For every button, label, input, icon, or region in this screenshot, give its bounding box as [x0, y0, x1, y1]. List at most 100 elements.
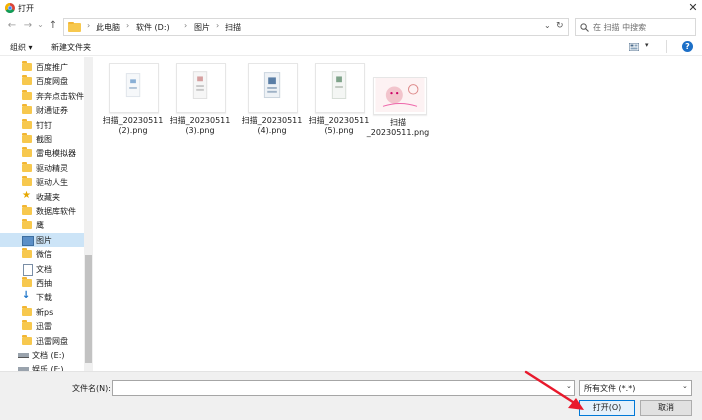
sidebar-item-label: 迅雷: [36, 322, 52, 332]
sidebar-item-label: 驱动精灵: [36, 163, 68, 173]
sidebar-item-label: 新ps: [36, 307, 54, 317]
sidebar-item[interactable]: 鹰: [0, 218, 84, 232]
sidebar-item-label: 财通证券: [36, 106, 68, 116]
new-folder-button[interactable]: 新建文件夹: [51, 42, 91, 53]
toolbar-divider: [666, 40, 669, 53]
folder-icon: [22, 205, 32, 215]
sidebar-item-label: 驱动人生: [36, 178, 68, 188]
file-item[interactable]: 扫描_20230511 (4).png: [240, 63, 304, 143]
pictures-icon: [22, 235, 34, 246]
drive-icon: [18, 353, 29, 358]
breadcrumb-pictures[interactable]: 图片: [194, 22, 210, 33]
sidebar-item-label: 文档: [36, 264, 52, 274]
sidebar-item[interactable]: ★ 收藏夹: [0, 190, 84, 204]
file-type-filter-value: 所有文件 (*.*): [584, 384, 636, 393]
sidebar-item[interactable]: 奔奔点击软件: [0, 89, 84, 103]
breadcrumb-separator: ›: [87, 21, 91, 30]
sidebar-item-label: 图片: [36, 235, 52, 245]
sidebar-item[interactable]: 新ps: [0, 305, 84, 319]
title-bar: 打开 ✕: [0, 0, 702, 16]
breadcrumb-scan[interactable]: 扫描: [225, 22, 241, 33]
sidebar-item-label: 奔奔点击软件: [36, 91, 84, 101]
search-placeholder: 在 扫描 中搜索: [593, 23, 647, 32]
sidebar-item[interactable]: 迅雷: [0, 319, 84, 333]
search-box[interactable]: 在 扫描 中搜索: [575, 18, 696, 36]
file-item[interactable]: 扫描_20230511 (2).png: [101, 63, 165, 143]
up-folder-button[interactable]: ↑: [47, 20, 59, 32]
sidebar-item-label: 下载: [36, 293, 52, 303]
folder-icon: [68, 22, 81, 32]
search-icon: [580, 23, 589, 32]
sidebar-item[interactable]: 图片: [0, 232, 84, 247]
sidebar-item[interactable]: 雷电模拟器: [0, 146, 84, 160]
file-item[interactable]: 扫描_20230511 (5).png: [307, 63, 371, 143]
view-options-icon[interactable]: [629, 43, 639, 51]
breadcrumb-this-pc[interactable]: 此电脑: [96, 22, 120, 33]
download-icon: ↓: [22, 290, 31, 302]
folder-icon: [22, 133, 32, 143]
sidebar-item[interactable]: 微信: [0, 247, 84, 261]
sidebar-item[interactable]: 文档: [0, 262, 84, 276]
sidebar-item-label: 西抽: [36, 279, 52, 288]
file-item[interactable]: 扫描_20230511 (3).png: [168, 63, 232, 143]
folder-icon: [22, 248, 32, 259]
folder-icon: [22, 118, 32, 129]
folder-icon: [22, 219, 32, 230]
cancel-button[interactable]: 取消: [640, 400, 692, 416]
sidebar-item-label: 截图: [36, 135, 52, 144]
organize-menu[interactable]: 组织 ▾: [10, 42, 33, 53]
sidebar-item[interactable]: 迅雷网盘: [0, 334, 84, 348]
sidebar-item-label: 收藏夹: [36, 192, 60, 202]
folder-icon: [22, 104, 32, 115]
sidebar-item[interactable]: 百度网盘: [0, 74, 84, 88]
close-window-button[interactable]: ✕: [686, 1, 700, 15]
folder-icon: [22, 147, 32, 158]
file-name: 扫描 _20230511.png: [366, 118, 430, 137]
file-type-filter[interactable]: 所有文件 (*.*) ⌄: [579, 380, 692, 396]
folder-icon: [22, 305, 32, 316]
sidebar-item-label: 鹰: [36, 221, 44, 231]
sidebar-item-label: 迅雷网盘: [36, 336, 68, 346]
folder-icon: [22, 277, 32, 287]
sidebar-item[interactable]: 西抽: [0, 276, 84, 290]
help-icon[interactable]: ?: [682, 41, 693, 52]
sidebar-item[interactable]: 文档 (E:): [0, 348, 84, 362]
back-button[interactable]: ←: [6, 20, 18, 32]
sidebar-item[interactable]: 截图: [0, 132, 84, 146]
file-name: 扫描_20230511 (2).png: [102, 116, 164, 135]
sidebar-item-label: 微信: [36, 250, 52, 260]
folder-icon: [22, 176, 32, 187]
breadcrumb-drive-d[interactable]: 软件 (D:): [136, 22, 170, 33]
file-item[interactable]: 扫描 _20230511.png: [366, 77, 430, 147]
recent-locations-dropdown[interactable]: ⌄: [36, 19, 45, 31]
filename-label: 文件名(N):: [72, 384, 111, 393]
view-dropdown-icon[interactable]: ▾: [645, 41, 649, 49]
command-toolbar: 组织 ▾ 新建文件夹 ▾ ?: [0, 37, 702, 56]
navigation-scrollbar-thumb[interactable]: [85, 255, 92, 363]
sidebar-item-label: 钉钉: [36, 120, 52, 130]
forward-button[interactable]: →: [22, 20, 34, 32]
sidebar-item[interactable]: 百度推广: [0, 60, 84, 74]
folder-icon: [22, 320, 32, 331]
sidebar-item[interactable]: 钉钉: [0, 118, 84, 132]
file-list: 扫描_20230511 (2).png 扫描_20230511 (3).png …: [94, 57, 702, 371]
refresh-icon[interactable]: ↻: [556, 21, 564, 31]
breadcrumb-separator: ›: [184, 21, 188, 30]
filename-input[interactable]: [112, 380, 575, 396]
annotation-arrow-icon: [524, 370, 584, 410]
sidebar-item[interactable]: 驱动人生: [0, 175, 84, 189]
sidebar-item[interactable]: 财通证券: [0, 103, 84, 117]
folder-icon: [22, 75, 32, 86]
file-name: 扫描_20230511 (3).png: [169, 116, 231, 135]
sidebar-item-label: 雷电模拟器: [36, 149, 76, 159]
sidebar-item[interactable]: 数据库软件: [0, 204, 84, 218]
folder-icon: [22, 61, 32, 71]
folder-icon: [22, 334, 32, 345]
sidebar-item-label: 数据库软件: [36, 207, 76, 216]
sidebar-item[interactable]: ↓ 下载: [0, 290, 84, 304]
image-thumbnail: [248, 63, 298, 113]
address-dropdown-icon[interactable]: ⌄: [544, 21, 551, 30]
sidebar-item[interactable]: 驱动精灵: [0, 161, 84, 175]
address-bar[interactable]: › 此电脑 › 软件 (D:) › 图片 › 扫描 ⌄ ↻: [63, 18, 569, 36]
image-thumbnail: [109, 63, 159, 113]
